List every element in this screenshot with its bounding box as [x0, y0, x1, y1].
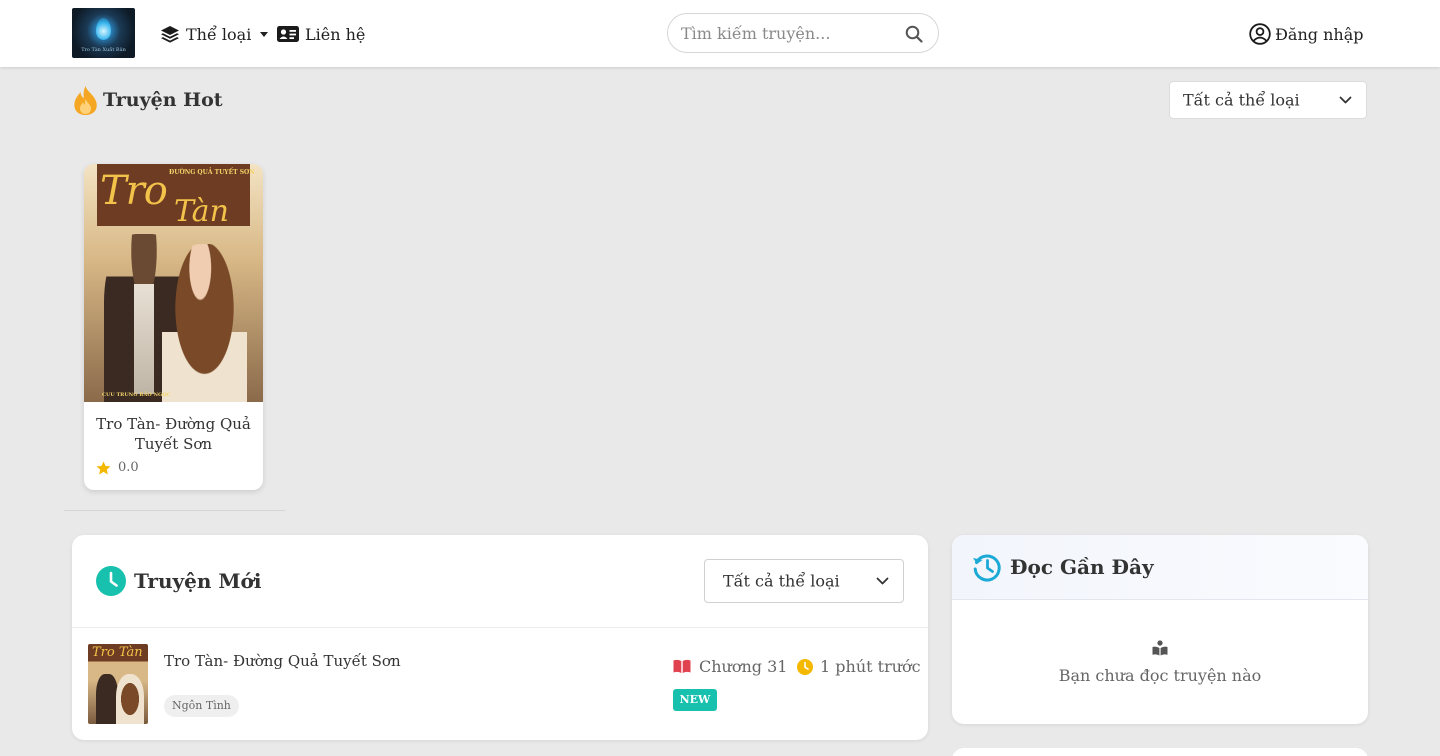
updated-time-label: 1 phút trước: [820, 657, 921, 676]
search-icon[interactable]: [905, 25, 923, 43]
star-icon: [96, 461, 111, 474]
contact-label: Liên hệ: [305, 24, 366, 44]
login-button[interactable]: Đăng nhập: [1249, 21, 1363, 47]
recent-reads-title: Đọc Gần Đây: [972, 551, 1154, 583]
next-panel-edge: [952, 748, 1368, 756]
cover-figure-woman: [162, 244, 247, 402]
hot-genre-select[interactable]: Tất cả thể loại: [1169, 81, 1367, 119]
story-cover-image[interactable]: Tro Tàn ĐƯỜNG QUẢ TUYẾT SƠN CUU TRUNG BẢ…: [84, 164, 263, 402]
rating-value: 0.0: [118, 460, 139, 475]
genre-tag[interactable]: Ngôn Tình: [164, 695, 239, 717]
story-rating: 0.0: [96, 460, 139, 475]
history-icon: [973, 554, 1001, 582]
thumb-figure-man: [96, 674, 118, 724]
cover-author-bottom: CUU TRUNG BẢO NGỌC: [102, 392, 171, 398]
genre-label: Thể loại: [186, 24, 252, 44]
new-genre-select[interactable]: Tất cả thể loại: [704, 559, 904, 603]
logo-text: Tro Tàn Xuất Bản: [81, 47, 126, 53]
recent-reads-empty-message: Bạn chưa đọc truyện nào: [1058, 666, 1262, 685]
caret-down-icon: [260, 31, 269, 37]
site-logo[interactable]: Tro Tàn Xuất Bản: [72, 8, 135, 58]
book-open-icon: [673, 659, 691, 673]
chapter-label: Chương 31: [699, 657, 788, 676]
user-circle-icon: [1249, 23, 1271, 45]
thumb-figure-woman: [116, 674, 144, 724]
genre-dropdown[interactable]: Thể loại: [160, 21, 269, 47]
new-genre-select-value: Tất cả thể loại: [723, 571, 840, 591]
search-box: [667, 13, 939, 53]
updated-time: 1 phút trước: [797, 657, 921, 676]
fire-icon: [74, 85, 97, 115]
contact-link[interactable]: Liên hệ: [277, 21, 365, 47]
story-thumbnail[interactable]: Tro Tàn: [88, 644, 148, 724]
thumb-title: Tro Tàn: [92, 645, 143, 660]
new-stories-title-text: Truyện Mới: [134, 569, 262, 593]
new-stories-header: Truyện Mới Tất cả thể loại: [72, 535, 928, 628]
cover-author-top: ĐƯỜNG QUẢ TUYẾT SƠN: [169, 169, 255, 176]
new-stories-title: Truyện Mới: [96, 565, 261, 597]
new-badge: NEW: [673, 689, 717, 711]
hot-story-card[interactable]: Tro Tàn ĐƯỜNG QUẢ TUYẾT SƠN CUU TRUNG BẢ…: [84, 164, 263, 490]
hot-genre-select-value: Tất cả thể loại: [1183, 90, 1300, 110]
search-input[interactable]: [681, 22, 901, 44]
layers-icon: [161, 26, 179, 43]
logo-drop-icon: [96, 18, 111, 40]
hot-section-title: Truyện Hot: [72, 84, 223, 116]
clock-icon: [797, 658, 813, 675]
recent-reads-header: Đọc Gần Đây: [952, 535, 1368, 600]
recent-reads-title-text: Đọc Gần Đây: [1010, 555, 1154, 579]
reader-book-icon: [1152, 640, 1168, 656]
new-stories-panel: Truyện Mới Tất cả thể loại Tro Tàn Tro T…: [72, 535, 928, 740]
story-title[interactable]: Tro Tàn- Đường Quả Tuyết Sơn: [94, 414, 253, 454]
hot-title-text: Truyện Hot: [103, 89, 223, 111]
recent-reads-panel: Đọc Gần Đây Bạn chưa đọc truyện nào: [952, 535, 1368, 724]
cover-figure-shirt: [134, 284, 154, 394]
clock-icon: [96, 566, 126, 596]
cover-title-1: Tro: [100, 168, 168, 214]
contact-card-icon: [277, 26, 299, 42]
section-divider: [64, 510, 285, 511]
story-name[interactable]: Tro Tàn- Đường Quả Tuyết Sơn: [164, 652, 401, 670]
cover-title-2: Tàn: [174, 194, 229, 229]
top-navbar: Tro Tàn Xuất Bản Thể loại Liên hệ Tìm ki…: [0, 0, 1440, 67]
new-story-row[interactable]: Tro Tàn Tro Tàn- Đường Quả Tuyết Sơn Ngô…: [72, 628, 928, 740]
login-label: Đăng nhập: [1275, 24, 1364, 44]
chapter-link[interactable]: Chương 31: [673, 657, 787, 676]
chevron-down-icon: [876, 577, 889, 585]
chevron-down-icon: [1339, 96, 1352, 104]
